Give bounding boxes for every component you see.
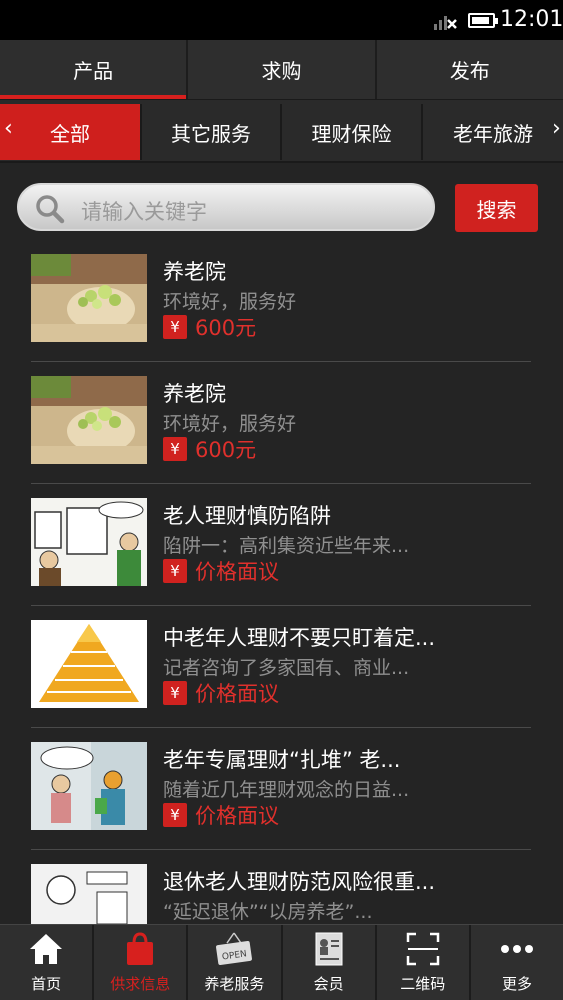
category-label: 理财保险 [311, 121, 392, 146]
category-other-services[interactable]: 其它服务 [142, 104, 282, 160]
item-price: 600元 [195, 438, 257, 462]
nav-supply-demand[interactable]: 供求信息 [94, 925, 189, 1000]
item-title: 老人理财慎防陷阱 [163, 504, 331, 528]
price-row: ¥ 600元 [163, 314, 256, 340]
open-sign-icon: OPEN [216, 932, 253, 966]
yen-icon: ¥ [163, 559, 187, 583]
nav-qr-code[interactable]: 二维码 [377, 925, 471, 1000]
top-tab-bar: 产品 求购 发布 [0, 40, 563, 100]
nav-label: 更多 [501, 975, 532, 993]
thumbnail-image [31, 254, 147, 342]
chevron-left-icon[interactable]: ‹ [4, 116, 13, 141]
thumbnail-image [31, 498, 147, 586]
nav-member[interactable]: 会员 [283, 925, 377, 1000]
price-row: ¥ 价格面议 [163, 680, 279, 706]
nav-label: 会员 [313, 975, 344, 993]
tab-products[interactable]: 产品 [0, 40, 189, 99]
yen-icon: ¥ [163, 803, 187, 827]
item-price: 价格面议 [195, 682, 279, 706]
more-dots-icon [500, 945, 533, 953]
thumbnail-image [31, 376, 147, 464]
member-card-icon [315, 932, 343, 966]
item-description: 记者咨询了多家国有、商业... [163, 657, 410, 679]
category-finance-insurance[interactable]: 理财保险 [282, 104, 423, 160]
nav-label: 供求信息 [110, 975, 171, 993]
nav-more[interactable]: 更多 [471, 925, 563, 1000]
qr-scan-icon [406, 932, 440, 966]
nav-label: 首页 [31, 975, 62, 993]
item-description: 陷阱一：高利集资近些年来... [163, 535, 410, 557]
category-senior-travel[interactable]: 老年旅游 › [423, 104, 563, 160]
battery-icon [468, 13, 498, 28]
list-item[interactable]: 养老院 环境好，服务好 ¥ 600元 [0, 240, 563, 362]
item-description: 环境好，服务好 [163, 413, 297, 435]
thumbnail-image [31, 864, 147, 924]
price-row: ¥ 价格面议 [163, 558, 279, 584]
item-title: 养老院 [163, 260, 226, 284]
nav-home[interactable]: 首页 [0, 925, 95, 1000]
item-title: 退休老人理财防范风险很重... [163, 870, 436, 894]
search-placeholder: 请输入关键字 [81, 200, 207, 224]
category-tab-bar: ‹ 全部 其它服务 理财保险 老年旅游 › [0, 100, 563, 163]
yen-icon: ¥ [163, 315, 187, 339]
item-price: 价格面议 [195, 804, 279, 828]
nav-elderly-services[interactable]: OPEN 养老服务 [188, 925, 283, 1000]
item-price: 价格面议 [195, 560, 279, 584]
search-button[interactable]: 搜索 [455, 184, 538, 232]
tab-publish[interactable]: 发布 [377, 40, 563, 99]
nav-label: 养老服务 [204, 975, 265, 993]
home-icon [30, 934, 63, 964]
item-description: “延迟退休”“以房养老”... [163, 901, 373, 923]
status-bar: 12:01 [0, 0, 563, 40]
price-row: ¥ 600元 [163, 436, 256, 462]
yen-icon: ¥ [163, 437, 187, 461]
thumbnail-image [31, 620, 147, 708]
item-description: 环境好，服务好 [163, 291, 297, 313]
yen-icon: ¥ [163, 681, 187, 705]
category-label: 其它服务 [171, 121, 251, 146]
search-icon [36, 195, 65, 224]
thumbnail-image [31, 742, 147, 830]
item-title: 中老年人理财不要只盯着定... [163, 626, 436, 650]
shopping-bag-icon [127, 932, 154, 965]
item-title: 养老院 [163, 382, 226, 406]
signal-icon [434, 16, 457, 30]
clock: 12:01 [500, 7, 563, 32]
item-title: 老年专属理财“扎堆” 老... [163, 748, 401, 772]
nav-label: 二维码 [400, 975, 446, 993]
bottom-nav: 首页 供求信息 OPEN 养老服务 会员 二维码 更多 [0, 924, 563, 1000]
tab-wanted[interactable]: 求购 [188, 40, 377, 99]
item-price: 600元 [195, 316, 257, 340]
item-description: 随着近几年理财观念的日益... [163, 779, 410, 801]
list-item[interactable]: 养老院 环境好，服务好 ¥ 600元 [0, 362, 563, 484]
category-label: 老年旅游 [453, 121, 533, 146]
category-label: 全部 [50, 121, 90, 146]
list-item[interactable]: 老年专属理财“扎堆” 老... 随着近几年理财观念的日益... ¥ 价格面议 [0, 728, 563, 850]
search-input[interactable]: 请输入关键字 [17, 183, 435, 231]
list-item[interactable]: 中老年人理财不要只盯着定... 记者咨询了多家国有、商业... ¥ 价格面议 [0, 606, 563, 728]
list-item[interactable]: 老人理财慎防陷阱 陷阱一：高利集资近些年来... ¥ 价格面议 [0, 484, 563, 606]
category-all[interactable]: ‹ 全部 [0, 104, 142, 160]
chevron-right-icon[interactable]: › [552, 116, 561, 141]
price-row: ¥ 价格面议 [163, 802, 279, 828]
